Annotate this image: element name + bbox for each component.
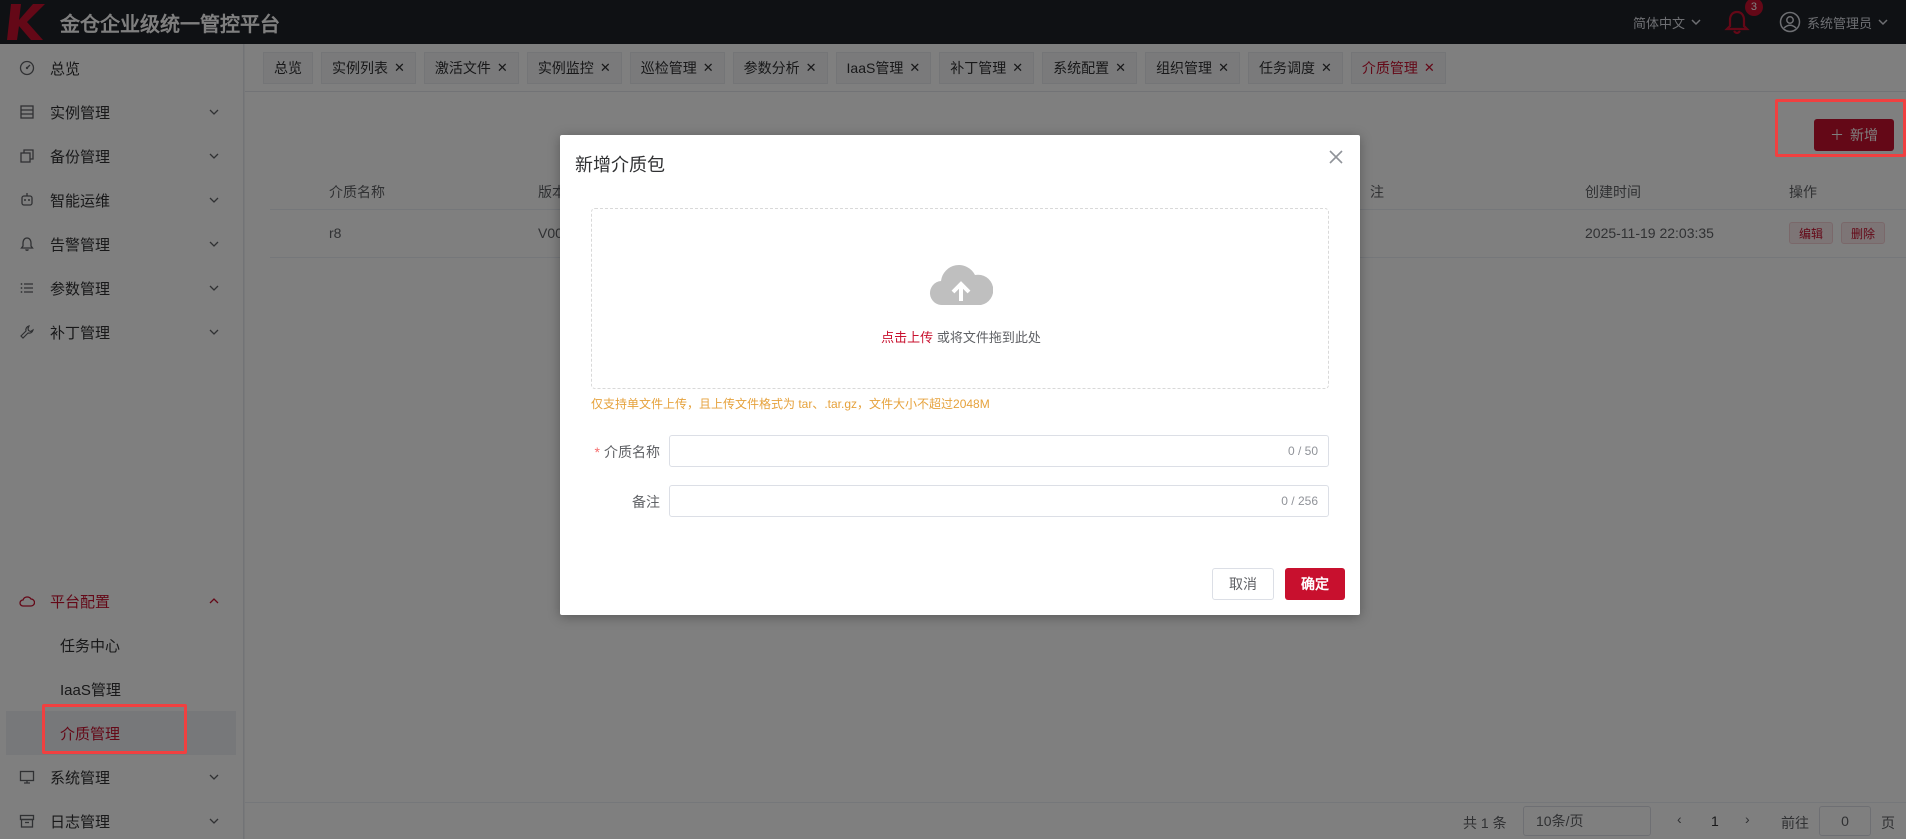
upload-hint: 或将文件拖到此处 — [936, 330, 1041, 345]
name-char-count: 0 / 50 — [1287, 444, 1318, 458]
upload-text: 点击上传 或将文件拖到此处 — [592, 327, 1330, 346]
note-char-count: 0 / 256 — [1281, 494, 1318, 508]
name-label-text: 介质名称 — [604, 444, 660, 460]
add-media-dialog: 新增介质包 点击上传 或将文件拖到此处 仅支持单文件上传，且上传文件格式为 ta… — [560, 135, 1360, 615]
name-label: * 介质名称 — [594, 444, 660, 460]
highlight-media-menu — [42, 704, 187, 754]
close-icon[interactable] — [1326, 147, 1346, 167]
note-input[interactable]: 0 / 256 — [669, 485, 1329, 517]
cancel-button[interactable]: 取消 — [1212, 568, 1274, 600]
upload-tip: 仅支持单文件上传，且上传文件格式为 tar、.tar.gz，文件大小不超过204… — [591, 397, 990, 411]
media-name-input[interactable]: 0 / 50 — [669, 435, 1329, 467]
note-label: 备注 — [632, 494, 660, 510]
dialog-title: 新增介质包 — [575, 155, 665, 175]
highlight-add-button — [1775, 99, 1906, 157]
cloud-upload-icon — [930, 265, 993, 306]
upload-link[interactable]: 点击上传 — [881, 330, 933, 345]
upload-dropzone[interactable]: 点击上传 或将文件拖到此处 — [591, 208, 1329, 389]
confirm-button[interactable]: 确定 — [1285, 568, 1345, 600]
